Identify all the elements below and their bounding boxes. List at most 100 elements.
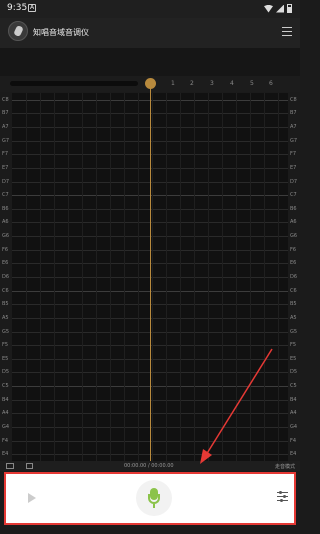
info-bar: 00:00.00 / 00:00.00 走音模式 [0,461,300,471]
note-label: F6 [290,247,297,253]
note-label: G7 [290,138,298,144]
note-label: B7 [290,110,297,116]
grid-column [180,93,181,461]
note-label: D5 [2,369,10,375]
grid-column [138,93,139,461]
microphone-icon [148,488,160,508]
note-label: A6 [2,219,9,225]
edit-icon[interactable] [26,463,33,469]
grid-column [124,93,125,461]
note-label: F4 [2,438,9,444]
note-label: G5 [2,329,10,335]
grid-column [26,93,27,461]
piano-icon[interactable] [6,463,14,469]
note-label: G5 [290,329,298,335]
play-icon[interactable] [28,493,36,503]
note-label: E5 [290,356,297,362]
menu-icon[interactable] [282,27,292,36]
note-label: B6 [290,206,297,212]
note-label: F5 [290,342,297,348]
playback-controls [4,472,296,525]
app-logo-icon [8,21,28,41]
note-label: E7 [290,165,297,171]
grid-column [222,93,223,461]
note-label: E4 [290,451,297,457]
grid-column [264,93,265,461]
note-label: G4 [2,424,10,430]
playback-time: 00:00.00 / 00:00.00 [124,463,174,469]
timeline-tick: 4 [230,80,234,87]
grid-column [236,93,237,461]
grid-column [278,93,279,461]
timeline-tick: 1 [171,80,175,87]
note-label: F7 [2,151,9,157]
wifi-icon [264,4,273,13]
note-label: G6 [290,233,298,239]
note-label: C5 [290,383,297,389]
note-label: E5 [2,356,9,362]
status-time: 9:35 [7,3,28,13]
grid-column [250,93,251,461]
note-label: B4 [290,397,297,403]
note-label: A7 [290,124,297,130]
note-label: G7 [2,138,10,144]
note-label: E6 [290,260,297,266]
note-label: D7 [290,179,298,185]
grid-column [54,93,55,461]
note-label: E7 [2,165,9,171]
status-icons [264,4,292,13]
notification-icon: A [28,4,36,12]
note-label: E4 [2,451,9,457]
note-label: A5 [290,315,297,321]
note-label: B5 [2,301,9,307]
note-label: D5 [290,369,298,375]
note-label: D6 [290,274,298,280]
note-label: C7 [290,192,297,198]
status-bar: 9:35 A [0,0,300,18]
battery-icon [287,4,292,13]
note-label: D6 [2,274,10,280]
note-label: A4 [2,410,9,416]
note-label: A6 [290,219,297,225]
grid-column [82,93,83,461]
note-label: B5 [290,301,297,307]
note-label: C8 [2,97,9,103]
note-label: C7 [2,192,9,198]
timeline-tick: 5 [250,80,254,87]
note-label: A7 [2,124,9,130]
mode-label[interactable]: 走音模式 [275,463,295,470]
note-label: F6 [2,247,9,253]
note-label: B6 [2,206,9,212]
waveform-area [0,48,300,76]
note-label: G4 [290,424,298,430]
note-label: C6 [2,288,9,294]
note-label: E6 [2,260,9,266]
note-label: F5 [2,342,9,348]
settings-sliders-icon[interactable] [277,491,288,502]
note-label: A5 [2,315,9,321]
grid-column [208,93,209,461]
note-label: D7 [2,179,10,185]
note-label: C6 [290,288,297,294]
playhead-handle[interactable] [145,78,156,89]
playhead-line [150,88,151,461]
note-label: C8 [290,97,297,103]
timeline-tick: 2 [190,80,194,87]
note-label: C5 [2,383,9,389]
grid-column [110,93,111,461]
grid-column [40,93,41,461]
note-label: B7 [2,110,9,116]
timeline-tick: 3 [210,80,214,87]
note-label: F4 [290,438,297,444]
app-title: 知唱音域音调仪 [33,28,89,37]
timeline-scrubber[interactable] [10,81,138,86]
grid-column [166,93,167,461]
grid-column [96,93,97,461]
note-label: G6 [2,233,10,239]
record-button[interactable] [136,480,172,516]
note-label: F7 [290,151,297,157]
grid-column [152,93,153,461]
grid-column [68,93,69,461]
grid-column [194,93,195,461]
note-label: A4 [290,410,297,416]
